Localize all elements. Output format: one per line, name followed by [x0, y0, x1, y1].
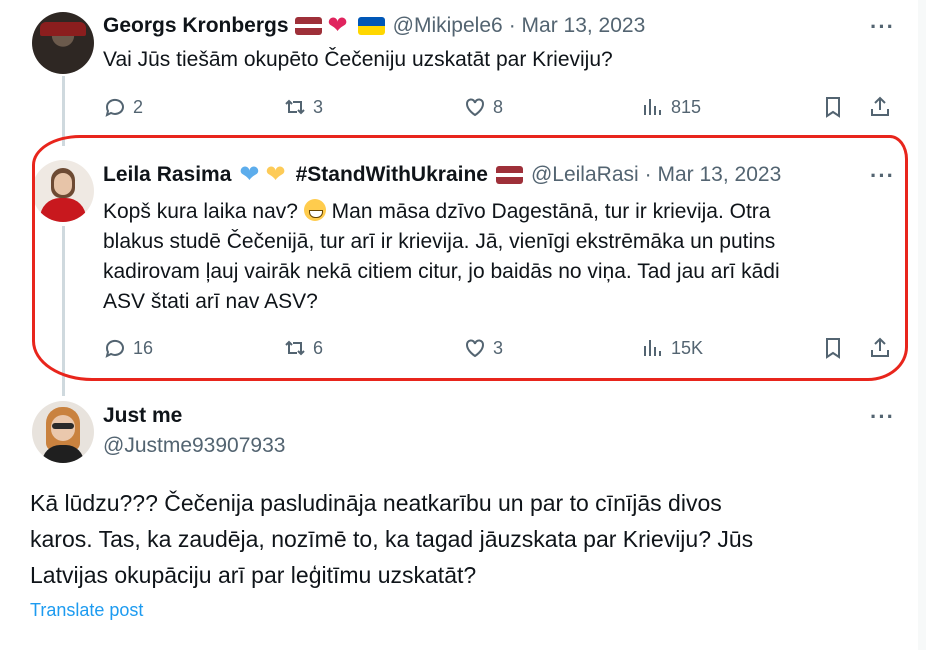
tweet3-handle[interactable]: @Justme93907933: [103, 434, 285, 458]
tweet1-like-button[interactable]: 8: [463, 95, 503, 119]
latvia-flag-icon: [294, 17, 322, 35]
tweet2-more-icon[interactable]: ···: [870, 163, 895, 189]
tweet3-text-line-1: Kā lūdzu??? Čečenija pasludināja neatkar…: [30, 490, 722, 516]
tweet2-handle[interactable]: @LeilaRasi: [531, 163, 639, 187]
tweet1-reply-count: 2: [133, 96, 144, 117]
tweet3-handle-row: @Justme93907933: [103, 434, 285, 458]
thread-line-top: [62, 76, 65, 146]
reply-icon: [105, 339, 124, 358]
tweet2-repost-count: 6: [313, 337, 324, 358]
tweet2-share-button[interactable]: [868, 336, 892, 360]
yellow-heart-icon: ❤: [265, 161, 286, 188]
tweet2-repost-button[interactable]: 6: [283, 336, 323, 360]
tweet2-view-count: 15K: [671, 337, 704, 358]
bookmark-icon: [826, 338, 840, 359]
tweet2-text: Kopš kura laika nav? Man māsa dzīvo Dage…: [103, 197, 893, 317]
tweet1-repost-count: 3: [313, 96, 324, 117]
grinning-face-emoji-icon: [303, 199, 326, 221]
tweet2-author-name[interactable]: Leila Rasima: [103, 163, 231, 187]
blue-heart-icon: ❤: [239, 161, 260, 188]
tweet2-reply-button[interactable]: 16: [103, 336, 153, 360]
reply-icon: [105, 98, 124, 117]
tweet2-views-button[interactable]: 15K: [641, 336, 703, 360]
views-icon: [644, 340, 661, 356]
tweet2-text-line-2: blakus studē Čečenijā, tur arī ir krievi…: [103, 230, 776, 253]
tweet1-handle[interactable]: @Mikipele6: [393, 14, 503, 38]
repost-icon: [285, 340, 305, 356]
tweet2-reply-count: 16: [133, 337, 154, 358]
tweet2-date[interactable]: · Mar 13, 2023: [645, 163, 782, 187]
tweet1-views-button[interactable]: 815: [641, 95, 701, 119]
tweet3-author-name[interactable]: Just me: [103, 404, 182, 428]
thread-line-middle: [62, 226, 65, 396]
tweet1-reply-button[interactable]: 2: [103, 95, 143, 119]
tweet2-like-button[interactable]: 3: [463, 336, 503, 360]
tweet1-like-count: 8: [493, 96, 504, 117]
tweet3-text-line-3: Latvijas okupāciju arī par leģitīmu uzsk…: [30, 562, 477, 588]
tweet2-header: Leila Rasima ❤ ❤ #StandWithUkraine @Leil…: [103, 163, 781, 187]
heart-icon: [466, 98, 484, 117]
translate-post-link[interactable]: Translate post: [30, 600, 143, 621]
tweet1-header: Georgs Kronbergs ❤ @Mikipele6 · Mar 13, …: [103, 14, 645, 38]
tweet1-author-name[interactable]: Georgs Kronbergs: [103, 14, 289, 38]
red-heart-icon: ❤: [327, 12, 348, 39]
tweet2-text-line-3: kadirovam ļauj vairāk nekā citiem citur,…: [103, 260, 780, 283]
tweet1-view-count: 815: [671, 96, 702, 117]
tweet1-text: Vai Jūs tiešām okupēto Čečeniju uzskatāt…: [103, 48, 613, 71]
repost-icon: [285, 99, 305, 115]
tweet1-share-button[interactable]: [868, 95, 892, 119]
tweet2-text-line-4: ASV štati arī nav ASV?: [103, 290, 318, 313]
ukraine-flag-icon: [357, 17, 385, 35]
avatar-leila[interactable]: [32, 160, 94, 222]
share-icon: [871, 96, 889, 116]
tweet3-more-icon[interactable]: ···: [870, 404, 895, 430]
tweet1-date[interactable]: · Mar 13, 2023: [509, 14, 646, 38]
tweet2-text-line-1a: Kopš kura laika nav?: [103, 200, 298, 223]
tweet1-actions: 2 3 8 815: [103, 95, 903, 125]
tweet2-text-line-1b: Man māsa dzīvo Dagestānā, tur ir krievij…: [331, 200, 771, 223]
tweet3-text: Kā lūdzu??? Čečenija pasludināja neatkar…: [30, 485, 890, 593]
tweet2-hashtag[interactable]: #StandWithUkraine: [296, 163, 488, 187]
tweet3-text-line-2: karos. Tas, ka zaudēja, nozīmē to, ka ta…: [30, 526, 754, 552]
views-icon: [644, 99, 661, 115]
heart-icon: [466, 339, 484, 358]
avatar-georgs[interactable]: [32, 12, 94, 74]
tweet2-bookmark-button[interactable]: [821, 336, 845, 360]
latvia-flag-icon: [495, 166, 523, 184]
tweet2-actions: 16 6 3 15K: [103, 336, 903, 366]
conversation-card: Georgs Kronbergs ❤ @Mikipele6 · Mar 13, …: [0, 0, 918, 650]
avatar-justme[interactable]: [32, 401, 94, 463]
tweet1-more-icon[interactable]: ···: [870, 14, 895, 40]
tweet1-bookmark-button[interactable]: [821, 95, 845, 119]
tweet1-repost-button[interactable]: 3: [283, 95, 323, 119]
bookmark-icon: [826, 97, 840, 118]
tweet2-like-count: 3: [493, 337, 504, 358]
share-icon: [871, 337, 889, 357]
tweet3-header: Just me: [103, 404, 182, 428]
